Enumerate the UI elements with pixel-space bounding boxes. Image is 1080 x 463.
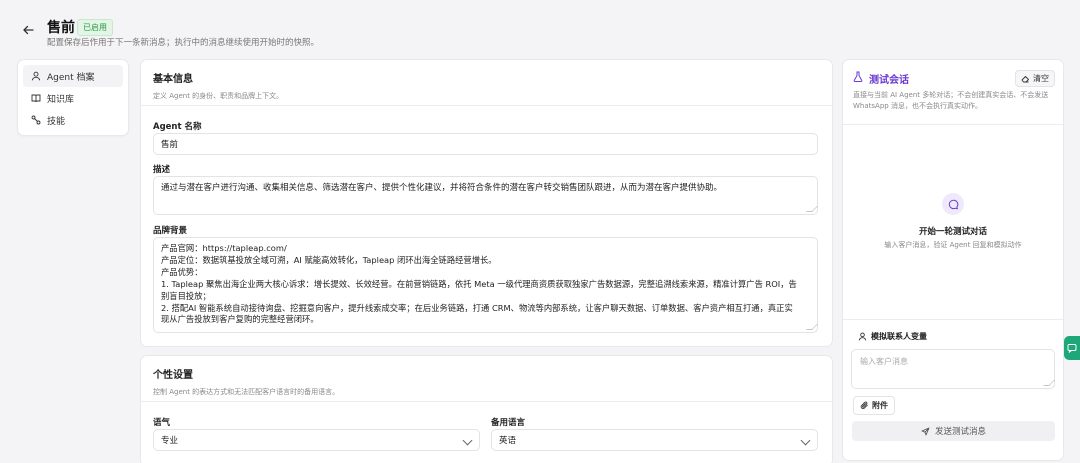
chat-bubble-icon — [942, 193, 964, 215]
link-icon — [31, 115, 41, 125]
tone-select[interactable]: 专业 — [153, 429, 480, 451]
fallback-language-select[interactable]: 英语 — [491, 429, 818, 451]
resize-handle-icon[interactable] — [806, 206, 818, 212]
brand-line: 1. Tapleap 聚焦出海企业两大核心诉求：增长提效、长效经营。在前营销链路… — [161, 278, 797, 289]
user-icon — [858, 332, 867, 341]
test-session-title: 测试会话 — [869, 75, 909, 86]
attachment-button[interactable]: 附件 — [853, 396, 895, 415]
nav-item-label: 知识库 — [47, 94, 75, 105]
status-badge: 已启用 — [77, 19, 113, 36]
brand-line: 产品定位：数据筑基投放全域可溯，AI 赋能高效转化，Tapleap 闭环出海全链… — [161, 254, 497, 265]
personality-card: 个性设置 控制 Agent 的表达方式和无法匹配客户语言时的备用语言。 语气 专… — [141, 356, 832, 463]
section-description: 定义 Agent 的身份、职责和品牌上下文。 — [153, 92, 284, 100]
paperclip-icon — [860, 401, 868, 410]
section-description: 控制 Agent 的表达方式和无法匹配客户语言时的备用语言。 — [153, 388, 340, 396]
attachment-label: 附件 — [872, 401, 888, 410]
send-icon — [921, 427, 930, 435]
section-title: 基本信息 — [153, 74, 193, 85]
chevron-down-icon — [800, 435, 811, 446]
simulated-contact-vars-toggle[interactable]: 模拟联系人变量 — [858, 331, 927, 342]
send-test-message-button[interactable]: 发送测试消息 — [852, 421, 1055, 441]
section-title: 个性设置 — [153, 370, 193, 381]
eraser-icon — [1021, 76, 1029, 83]
back-arrow-icon[interactable] — [22, 24, 36, 38]
fallback-language-value: 英语 — [499, 436, 517, 446]
test-session-description: 直接与当前 AI Agent 多轮对话；不会创建真实会话、不会发送 WhatsA… — [853, 91, 1049, 110]
nav-item-label: 技能 — [47, 116, 66, 127]
empty-state-subtitle: 输入客户消息，验证 Agent 回复和模拟动作 — [884, 241, 1022, 249]
brand-line: 2. 搭配AI 智能系统自动接待询盘、挖掘意向客户，提升线索成交率；在后业务链路… — [161, 302, 793, 313]
nav-item-skills[interactable]: 技能 — [23, 109, 123, 131]
page-title: 售前 — [47, 20, 75, 36]
book-icon — [31, 93, 41, 103]
tone-label: 语气 — [153, 418, 171, 428]
user-icon — [31, 71, 41, 81]
chevron-down-icon — [462, 435, 473, 446]
agent-name-label: Agent 名称 — [153, 122, 202, 132]
agent-name-input[interactable]: 售前 — [153, 133, 818, 155]
basic-info-card: 基本信息 定义 Agent 的身份、职责和品牌上下文。 Agent 名称 售前 … — [141, 60, 832, 346]
fallback-language-label: 备用语言 — [491, 418, 526, 428]
tone-value: 专业 — [161, 436, 179, 446]
resize-handle-icon[interactable] — [1043, 380, 1055, 386]
description-textarea[interactable]: 通过与潜在客户进行沟通、收集相关信息、筛选潜在客户、提供个性化建议，并将符合条件… — [153, 176, 818, 215]
brand-line: 产品官网：https://tapleap.com/ — [161, 243, 287, 253]
clear-button[interactable]: 清空 — [1015, 70, 1055, 87]
description-label: 描述 — [153, 165, 171, 175]
customer-message-input[interactable]: 输入客户消息 — [851, 349, 1055, 389]
brand-line: 现从广告投放到客户复购的完整经营闭环。 — [161, 314, 319, 325]
brand-line: 产品优势： — [161, 266, 203, 277]
floating-chat-button[interactable] — [1064, 336, 1080, 360]
nav-item-label: Agent 档案 — [47, 72, 95, 83]
sidebar-nav: Agent 档案 知识库 技能 — [18, 60, 128, 135]
description-value: 通过与潜在客户进行沟通、收集相关信息、筛选潜在客户、提供个性化建议，并将符合条件… — [161, 183, 723, 193]
test-session-panel: 测试会话 清空 直接与当前 AI Agent 多轮对话；不会创建真实会话、不会发… — [843, 60, 1063, 460]
flask-icon — [853, 71, 864, 82]
page-header: 售前 已启用 配置保存后作用于下一条新消息；执行中的消息继续使用开始时的快照。 — [0, 0, 1080, 56]
empty-state-title: 开始一轮测试对话 — [918, 227, 987, 237]
agent-name-value: 售前 — [161, 140, 179, 150]
chat-icon — [1067, 344, 1077, 353]
nav-item-knowledge[interactable]: 知识库 — [23, 87, 123, 109]
brand-background-textarea[interactable]: 产品官网：https://tapleap.com/ 产品定位：数据筑基投放全域可… — [153, 237, 818, 333]
customer-message-placeholder: 输入客户消息 — [860, 357, 908, 366]
page-subtitle: 配置保存后作用于下一条新消息；执行中的消息继续使用开始时的快照。 — [47, 38, 320, 48]
nav-item-agent-profile[interactable]: Agent 档案 — [23, 65, 123, 87]
clear-button-label: 清空 — [1033, 74, 1049, 83]
simulated-contact-vars-label: 模拟联系人变量 — [871, 332, 927, 341]
brand-background-label: 品牌背景 — [153, 226, 188, 236]
send-test-message-label: 发送测试消息 — [934, 427, 986, 437]
brand-line: 别盲目投放； — [161, 290, 211, 301]
